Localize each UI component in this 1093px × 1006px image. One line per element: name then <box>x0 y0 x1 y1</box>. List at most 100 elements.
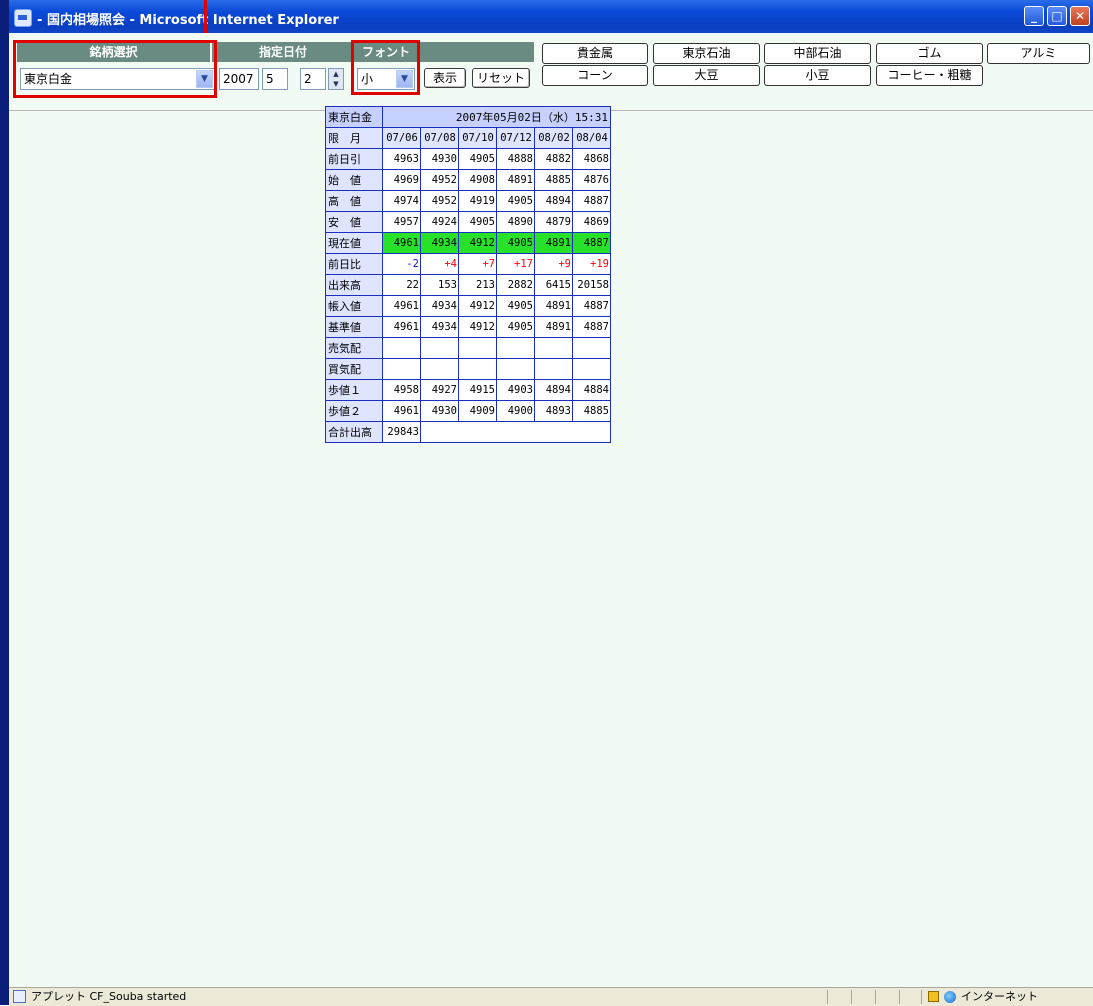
table-row: 基準値 4961 4934 4912 4905 4891 4887 <box>325 316 611 338</box>
spin-up-icon[interactable]: ▲ <box>329 69 343 79</box>
table-cell <box>420 337 459 359</box>
spin-down-icon[interactable]: ▼ <box>329 79 343 89</box>
status-bar: アプレット CF_Souba started インターネット <box>9 987 1093 1006</box>
table-cell: 4868 <box>572 148 611 170</box>
status-separator <box>827 990 828 1004</box>
table-cell: 4912 <box>458 232 497 254</box>
year-input[interactable]: 2007 <box>219 68 259 90</box>
quote-header-row: 東京白金 2007年05月02日（水）15:31 <box>325 106 611 128</box>
month-cell: 07/06 <box>382 127 421 149</box>
table-cell: 4890 <box>496 211 535 233</box>
table-cell <box>420 358 459 380</box>
table-row: 帳入値 4961 4934 4912 4905 4891 4887 <box>325 295 611 317</box>
month-cell: 07/10 <box>458 127 497 149</box>
table-cell: 4891 <box>496 169 535 191</box>
table-cell <box>572 337 611 359</box>
row-label: 前日比 <box>325 253 383 275</box>
month-cell: 07/12 <box>496 127 535 149</box>
status-separator <box>851 990 852 1004</box>
nav-coffee-sugar[interactable]: コーヒー・粗糖 <box>876 65 983 86</box>
table-cell: 4952 <box>420 190 459 212</box>
ie-page-icon <box>14 9 32 27</box>
table-cell: 4912 <box>458 316 497 338</box>
day-spinner[interactable]: ▲ ▼ <box>328 68 344 90</box>
table-cell: 4961 <box>382 232 421 254</box>
status-separator <box>899 990 900 1004</box>
table-cell: 20158 <box>572 274 611 296</box>
table-cell: 4891 <box>534 295 573 317</box>
table-cell: 4961 <box>382 400 421 422</box>
row-label: 歩値２ <box>325 400 383 422</box>
window-title: - 国内相場照会 - Microsoft Internet Explorer <box>37 9 339 28</box>
minimize-button[interactable]: _ <box>1024 6 1044 26</box>
nav-chubu-oil[interactable]: 中部石油 <box>764 43 871 64</box>
close-button[interactable]: ✕ <box>1070 6 1090 26</box>
table-cell: 4905 <box>496 295 535 317</box>
table-cell: 4894 <box>534 190 573 212</box>
table-cell: 4915 <box>458 379 497 401</box>
table-row: 歩値２ 4961 4930 4909 4900 4893 4885 <box>325 400 611 422</box>
nav-adzuki[interactable]: 小豆 <box>764 65 871 86</box>
table-cell: 4903 <box>496 379 535 401</box>
table-cell: +9 <box>534 253 573 275</box>
nav-precious-metals[interactable]: 貴金属 <box>542 43 648 64</box>
title-bar: - 国内相場照会 - Microsoft Internet Explorer _… <box>9 0 1093 33</box>
nav-aluminum[interactable]: アルミ <box>987 43 1090 64</box>
table-cell: 4924 <box>420 211 459 233</box>
total-filler <box>420 421 611 443</box>
table-cell: 4909 <box>458 400 497 422</box>
security-zone: インターネット <box>961 990 1038 1003</box>
nav-soybean[interactable]: 大豆 <box>653 65 760 86</box>
table-cell: 4885 <box>534 169 573 191</box>
table-cell: 4887 <box>572 190 611 212</box>
table-cell: 4930 <box>420 400 459 422</box>
table-cell: 6415 <box>534 274 573 296</box>
month-label: 限 月 <box>325 127 383 149</box>
table-cell: 4958 <box>382 379 421 401</box>
table-cell: 4919 <box>458 190 497 212</box>
lock-icon <box>928 991 939 1002</box>
table-cell: 4869 <box>572 211 611 233</box>
row-label: 現在値 <box>325 232 383 254</box>
table-cell: 4912 <box>458 295 497 317</box>
month-cell: 08/02 <box>534 127 573 149</box>
row-label: 出来高 <box>325 274 383 296</box>
applet-page-icon <box>13 990 26 1003</box>
table-cell: -2 <box>382 253 421 275</box>
row-label: 買気配 <box>325 358 383 380</box>
table-cell: +4 <box>420 253 459 275</box>
table-cell: 4888 <box>496 148 535 170</box>
total-label: 合計出高 <box>325 421 383 443</box>
table-cell: 4905 <box>496 316 535 338</box>
table-cell: 4900 <box>496 400 535 422</box>
table-cell: 4905 <box>458 211 497 233</box>
table-cell <box>534 358 573 380</box>
table-cell <box>458 358 497 380</box>
reset-button[interactable]: リセット <box>472 68 530 88</box>
quote-body: 前日引 4963 4930 4905 4888 4882 4868 始 値 4969 4952 49… <box>325 148 611 422</box>
table-cell: 4891 <box>534 232 573 254</box>
maximize-button[interactable]: □ <box>1047 6 1067 26</box>
nav-tokyo-oil[interactable]: 東京石油 <box>653 43 760 64</box>
table-cell: 4952 <box>420 169 459 191</box>
month-input[interactable]: 5 <box>262 68 288 90</box>
window-title-prefix: - <box>37 13 43 28</box>
table-cell: 4885 <box>572 400 611 422</box>
nav-corn[interactable]: コーン <box>542 65 648 86</box>
table-cell: 4934 <box>420 295 459 317</box>
show-button[interactable]: 表示 <box>424 68 466 88</box>
table-cell: 4969 <box>382 169 421 191</box>
table-cell: 4893 <box>534 400 573 422</box>
month-cell: 08/04 <box>572 127 611 149</box>
row-label: 基準値 <box>325 316 383 338</box>
day-input[interactable]: 2 <box>300 68 326 90</box>
table-cell: 153 <box>420 274 459 296</box>
row-label: 売気配 <box>325 337 383 359</box>
row-label: 安 値 <box>325 211 383 233</box>
table-cell: 4882 <box>534 148 573 170</box>
table-cell: 2882 <box>496 274 535 296</box>
table-cell: 4961 <box>382 316 421 338</box>
nav-rubber[interactable]: ゴム <box>876 43 983 64</box>
table-cell: 4963 <box>382 148 421 170</box>
instrument-name: 東京白金 <box>325 106 383 128</box>
